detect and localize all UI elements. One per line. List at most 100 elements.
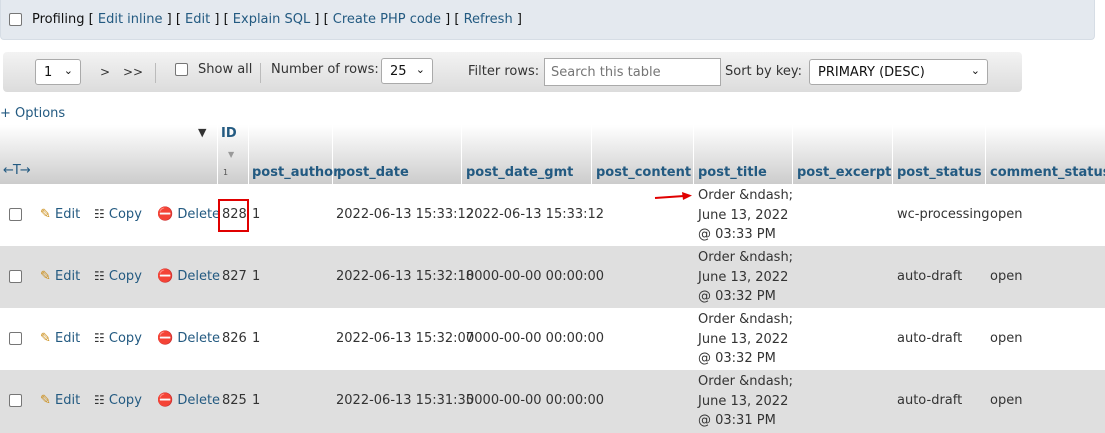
title-line: Order &ndash; — [698, 188, 794, 203]
cell-id[interactable]: 827 — [222, 269, 247, 284]
delete-row-button[interactable]: ⛔ Delete — [157, 393, 220, 408]
cell-post-title[interactable]: Order &ndash; June 13, 2022 @ 03:31 PM — [698, 372, 793, 431]
show-all-label: Show all — [198, 62, 253, 77]
filter-label: Filter rows: — [468, 64, 540, 79]
show-all-checkbox[interactable] — [175, 63, 188, 76]
copy-row-button[interactable]: ☷ Copy — [94, 269, 142, 284]
column-header-comment-status[interactable]: comment_status — [990, 165, 1105, 180]
rows-select[interactable]: 25 ⌄ — [381, 58, 433, 84]
cell-comment-status[interactable]: open — [990, 207, 1022, 222]
copy-row-button[interactable]: ☷ Copy — [94, 207, 142, 222]
cell-id[interactable]: 825 — [222, 393, 247, 408]
column-header-post-excerpt[interactable]: post_excerpt — [797, 165, 891, 180]
column-header-post-content[interactable]: post_content — [596, 165, 691, 180]
last-page-button[interactable]: >> — [123, 65, 143, 79]
cell-post-title[interactable]: Order &ndash; June 13, 2022 @ 03:33 PM — [698, 186, 793, 245]
column-header-post-date-gmt[interactable]: post_date_gmt — [466, 165, 573, 180]
sort-select[interactable]: PRIMARY (DESC) ⌄ — [809, 59, 988, 85]
cell-post-date[interactable]: 2022-06-13 15:32:07 — [336, 331, 474, 346]
row-checkbox[interactable] — [9, 208, 22, 221]
pencil-icon: ✎ — [40, 393, 51, 408]
cell-post-date-gmt[interactable]: 0000-00-00 00:00:00 — [466, 331, 604, 346]
copy-label: Copy — [108, 393, 142, 408]
copy-row-button[interactable]: ☷ Copy — [94, 393, 142, 408]
table-row: ✎ Edit ☷ Copy ⛔ Delete 825 1 2022-06-13 … — [0, 370, 1105, 433]
row-checkbox[interactable] — [9, 270, 22, 283]
column-header-post-title[interactable]: post_title — [698, 165, 767, 180]
cell-post-date-gmt[interactable]: 2022-06-13 15:33:12 — [466, 207, 604, 222]
cell-comment-status[interactable]: open — [990, 393, 1022, 408]
copy-icon: ☷ — [94, 207, 105, 221]
filter-input[interactable]: Search this table — [544, 58, 721, 86]
sort-desc-icon: ▼ — [228, 150, 235, 159]
divider — [591, 125, 592, 184]
highlight-box — [218, 199, 249, 232]
delete-row-button[interactable]: ⛔ Delete — [157, 207, 220, 222]
edit-label: Edit — [55, 393, 81, 408]
page-select[interactable]: 1 ⌄ — [35, 59, 81, 85]
title-line: @ 03:32 PM — [698, 351, 776, 366]
delete-icon: ⛔ — [157, 207, 174, 222]
edit-link[interactable]: Edit — [185, 12, 210, 27]
explain-sql-link[interactable]: Explain SQL — [233, 12, 310, 27]
cell-post-status[interactable]: auto-draft — [897, 331, 962, 346]
create-php-code-link[interactable]: Create PHP code — [333, 12, 441, 27]
title-line: Order &ndash; — [698, 250, 794, 265]
refresh-link[interactable]: Refresh — [464, 12, 513, 27]
cell-post-status[interactable]: wc-processing — [897, 207, 990, 222]
column-header-post-date[interactable]: post_date — [337, 165, 409, 180]
edit-row-button[interactable]: ✎ Edit — [40, 393, 80, 408]
edit-row-button[interactable]: ✎ Edit — [40, 331, 80, 346]
title-line: June 13, 2022 — [698, 331, 789, 347]
divider — [792, 125, 793, 184]
column-header-post-author[interactable]: post_author — [252, 165, 340, 180]
cell-post-author[interactable]: 1 — [252, 269, 260, 284]
next-page-button[interactable]: > — [100, 65, 110, 79]
cell-post-status[interactable]: auto-draft — [897, 269, 962, 284]
cell-post-date[interactable]: 2022-06-13 15:31:35 — [336, 393, 474, 408]
edit-inline-link[interactable]: Edit inline — [98, 12, 163, 27]
profiling-bar: Profiling [ Edit inline ] [ Edit ] [ Exp… — [0, 0, 1095, 40]
cell-post-status[interactable]: auto-draft — [897, 393, 962, 408]
row-checkbox[interactable] — [9, 332, 22, 345]
options-link[interactable]: + Options — [0, 106, 65, 121]
cell-comment-status[interactable]: open — [990, 269, 1022, 284]
column-resize-arrows-icon[interactable]: ←T→ — [3, 163, 31, 178]
cell-post-author[interactable]: 1 — [252, 331, 260, 346]
divider — [892, 125, 893, 184]
delete-label: Delete — [177, 393, 221, 408]
edit-label: Edit — [55, 269, 81, 284]
cell-post-date[interactable]: 2022-06-13 15:33:12 — [336, 207, 474, 222]
cell-post-author[interactable]: 1 — [252, 393, 260, 408]
cell-post-author[interactable]: 1 — [252, 207, 260, 222]
edit-row-button[interactable]: ✎ Edit — [40, 207, 80, 222]
table-row: ✎ Edit ☷ Copy ⛔ Delete 826 1 2022-06-13 … — [0, 308, 1105, 370]
pencil-icon: ✎ — [40, 207, 51, 222]
cell-post-title[interactable]: Order &ndash; June 13, 2022 @ 03:32 PM — [698, 310, 793, 369]
title-line: Order &ndash; — [698, 312, 794, 327]
divider — [693, 125, 694, 184]
divider — [985, 125, 986, 184]
cell-post-title[interactable]: Order &ndash; June 13, 2022 @ 03:32 PM — [698, 248, 793, 307]
delete-label: Delete — [177, 207, 221, 222]
copy-row-button[interactable]: ☷ Copy — [94, 331, 142, 346]
chevron-down-icon: ⌄ — [415, 63, 425, 76]
delete-icon: ⛔ — [157, 393, 174, 408]
copy-icon: ☷ — [94, 331, 105, 345]
delete-row-button[interactable]: ⛔ Delete — [157, 269, 220, 284]
profiling-checkbox[interactable] — [9, 13, 22, 26]
delete-row-button[interactable]: ⛔ Delete — [157, 331, 220, 346]
column-header-post-status[interactable]: post_status — [897, 165, 982, 180]
cell-post-date[interactable]: 2022-06-13 15:32:18 — [336, 269, 474, 284]
pencil-icon: ✎ — [40, 331, 51, 346]
delete-label: Delete — [177, 269, 221, 284]
cell-post-date-gmt[interactable]: 0000-00-00 00:00:00 — [466, 269, 604, 284]
title-line: @ 03:32 PM — [698, 289, 776, 304]
copy-icon: ☷ — [94, 269, 105, 283]
cell-comment-status[interactable]: open — [990, 331, 1022, 346]
cell-post-date-gmt[interactable]: 0000-00-00 00:00:00 — [466, 393, 604, 408]
edit-row-button[interactable]: ✎ Edit — [40, 269, 80, 284]
cell-id[interactable]: 826 — [222, 331, 247, 346]
row-checkbox[interactable] — [9, 394, 22, 407]
column-header-id[interactable]: ID — [221, 126, 237, 141]
